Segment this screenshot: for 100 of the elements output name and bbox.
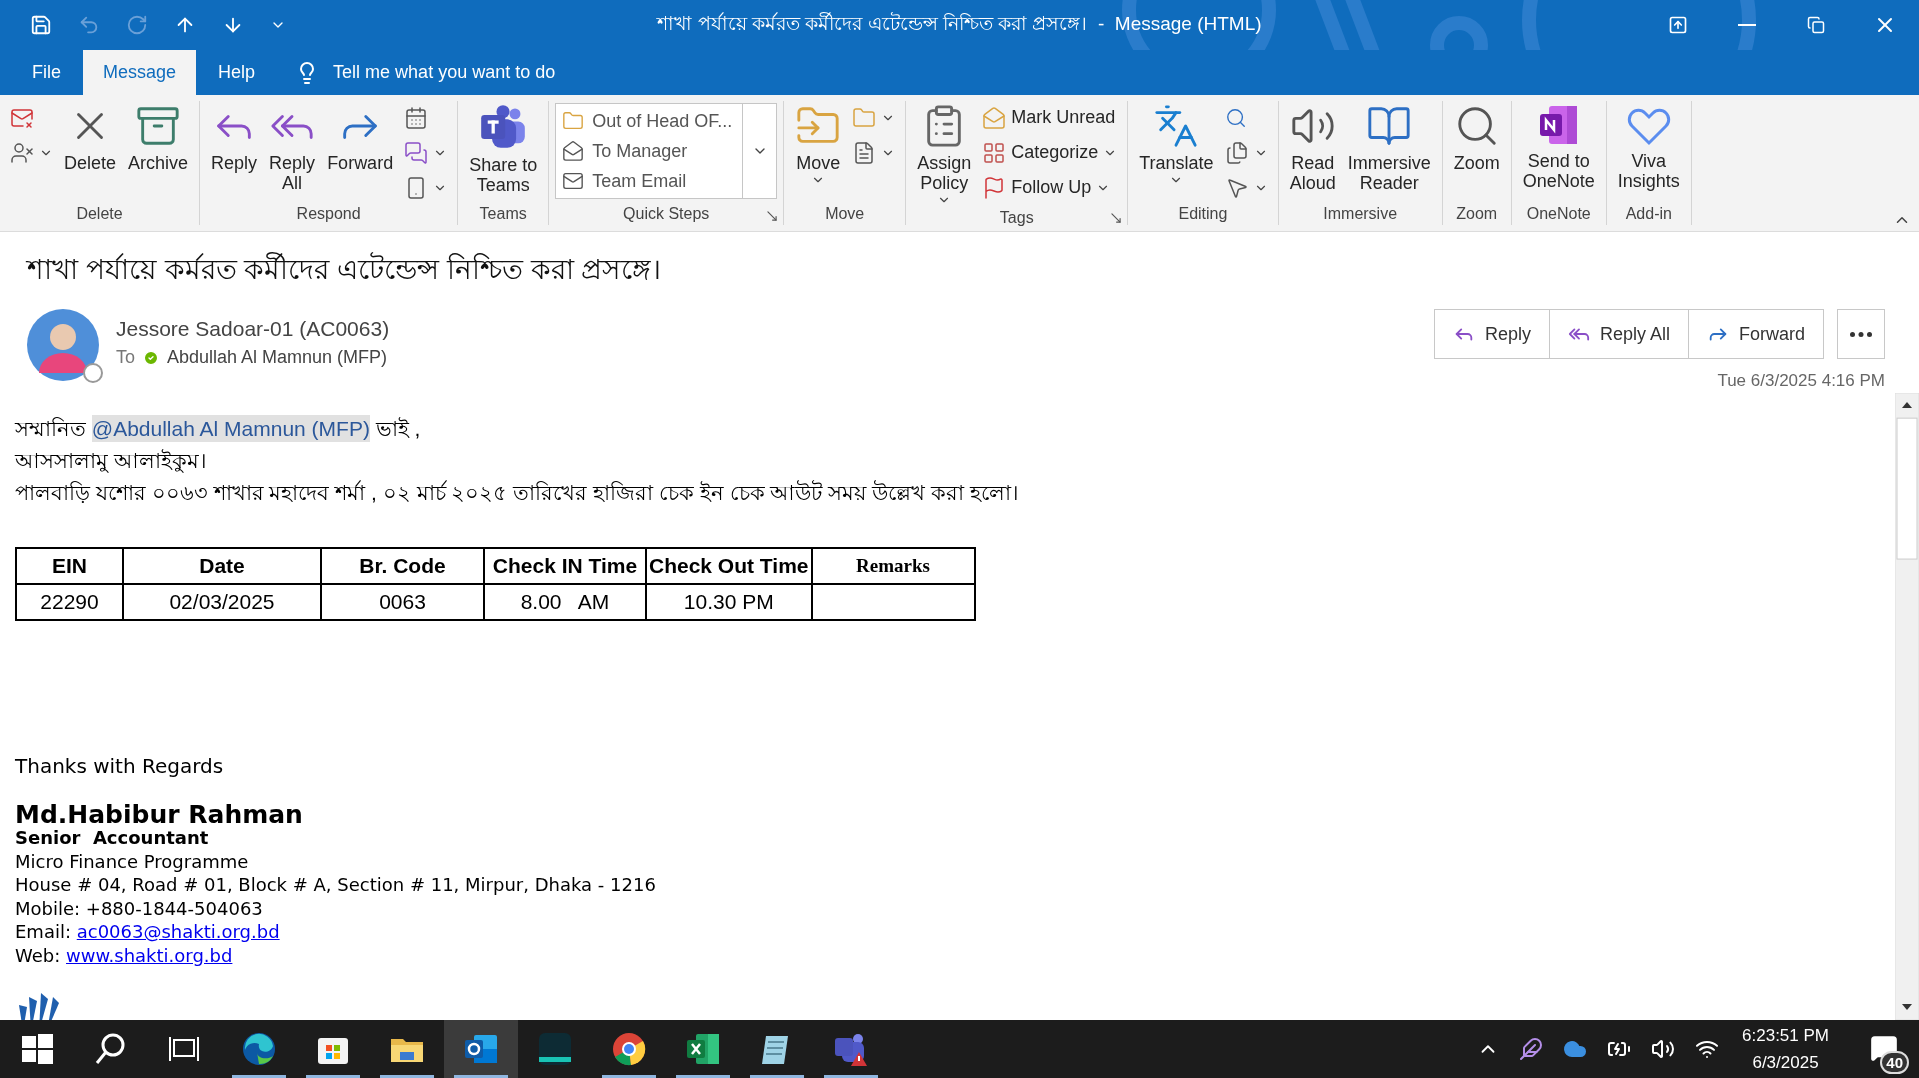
redo-icon: [126, 14, 148, 36]
signature-title: Senior Accountant: [15, 826, 209, 850]
group-label: Immersive: [1323, 205, 1398, 223]
signature-name: Md.Habibur Rahman: [15, 802, 303, 826]
intro-paragraph: পালবাড়ি যশোর ০০৬৩ শাখার মহাদেব শর্মা , ০২ মার্চ ২০২৫ তারিখের হাজিরা চেক ইন চেক আউট সময় উল্লেখ করা হলো।: [15, 479, 1020, 506]
minimize-icon: [1737, 24, 1756, 26]
dialog-launcher[interactable]: [765, 209, 780, 223]
signature-email: Email: ac0063@shakti.org.bd: [15, 920, 280, 944]
volume-icon: [1651, 1037, 1676, 1061]
group-label: Teams: [479, 205, 527, 223]
dialog-launcher[interactable]: [1109, 211, 1124, 226]
group-label: Respond: [296, 205, 361, 223]
table-cell: 0063: [321, 584, 484, 620]
ribbon-button[interactable]: Viva Insights: [1612, 101, 1685, 194]
avatar: [27, 309, 99, 381]
ribbon-button[interactable]: Send to OneNote: [1517, 101, 1600, 194]
notification-count: 40: [1880, 1051, 1909, 1074]
folder-icon: [852, 105, 877, 130]
group-label: Quick Steps: [623, 205, 710, 223]
table-header: Remarks: [811, 548, 975, 584]
more-actions-button[interactable]: [1837, 309, 1885, 359]
running-indicator: [824, 1075, 878, 1078]
ribbon-button[interactable]: Forward: [322, 101, 399, 176]
expand-arrow-icon: [1109, 211, 1124, 226]
ribbon-button[interactable]: Assign Policy: [912, 101, 977, 210]
teams-icon: [479, 103, 528, 151]
undo-icon: [78, 14, 100, 36]
quick-step-item[interactable]: Team Email: [562, 166, 737, 196]
ribbon-button[interactable]: Move: [790, 101, 847, 190]
envelope-icon: [562, 170, 585, 192]
ribbon-button[interactable]: Delete: [59, 101, 122, 176]
chat-icon: [404, 140, 429, 165]
message-subject: শাখা পর্যায়ে কর্মরত কর্মীদের এটেন্ডেন্স নিশ্চিত করা প্রসঙ্গে।: [27, 251, 663, 287]
table-header: EIN: [16, 548, 123, 584]
ribbon-button[interactable]: Read Aloud: [1284, 101, 1341, 196]
more-icon: [1850, 331, 1872, 337]
ribbon-button[interactable]: Zoom: [1448, 101, 1505, 176]
table-header: Br. Code: [321, 548, 484, 584]
running-indicator: [750, 1075, 804, 1078]
folder-icon: [562, 110, 585, 132]
web-link[interactable]: www.shakti.org.bd: [66, 944, 233, 966]
signature-org: Micro Finance Programme: [15, 849, 249, 873]
table-header: Check IN Time: [484, 548, 646, 584]
ribbon-button[interactable]: Share to Teams: [464, 101, 543, 198]
restore-icon: [1806, 16, 1825, 34]
signature-address: House # 04, Road # 01, Block # A, Section # 11, Mirpur, Dhaka - 1216: [15, 873, 656, 897]
ribbon-button[interactable]: Follow Up: [978, 173, 1122, 202]
quick-step-item[interactable]: To Manager: [562, 136, 737, 166]
table-cell: 8.00 AM: [484, 584, 646, 620]
ribbon-tab[interactable]: Message: [83, 50, 197, 95]
group-label: Tags: [999, 209, 1034, 228]
save-icon: [30, 14, 52, 36]
group-label: Editing: [1178, 205, 1228, 223]
recipient-name[interactable]: Abdullah Al Mamnun (MFP): [167, 347, 388, 368]
quick-step-item[interactable]: Out of Head OF...: [562, 106, 737, 136]
group-label: Zoom: [1456, 205, 1498, 223]
running-indicator: [454, 1075, 508, 1078]
mention-link[interactable]: @Abdullah Al Mamnun (MFP): [91, 415, 370, 442]
calendar-icon: [404, 105, 429, 130]
copy-icon: [1224, 140, 1249, 165]
ribbon-button[interactable]: Categorize: [978, 138, 1122, 167]
group-label: Add-in: [1625, 205, 1672, 223]
closing-line: Thanks with Regards: [15, 755, 224, 779]
feather-icon: [1519, 1037, 1544, 1061]
ribbon-tab[interactable]: Help: [198, 50, 276, 95]
table-cell: 10.30 PM: [646, 584, 812, 620]
sender-name: Jessore Sadoar-01 (AC0063): [116, 317, 391, 341]
browser-icon: [240, 1030, 278, 1068]
window-title: শাখা পর্যায়ে কর্মরত কর্মীদের এটেন্ডেন্স নিশ্চিত করা প্রসঙ্গে। - Message (HTML): [657, 11, 1262, 36]
running-indicator: [232, 1075, 286, 1078]
to-label: To: [116, 347, 135, 368]
ribbon-tab[interactable]: File: [12, 50, 81, 95]
box-arrow-up-icon: [1667, 15, 1688, 35]
group-label: OneNote: [1526, 205, 1591, 223]
ribbon-button[interactable]: Mark Unread: [978, 103, 1122, 132]
table-cell: 22290: [16, 584, 123, 620]
block-user-icon: [10, 140, 34, 165]
search-icon: [1224, 106, 1247, 129]
ribbon-button[interactable]: Archive: [123, 101, 194, 176]
ribbon-button[interactable]: Reply: [206, 101, 263, 176]
signature-mobile: Mobile: +880-1844-504063: [15, 896, 263, 920]
ribbon-button[interactable]: Immersive Reader: [1342, 101, 1436, 196]
running-indicator: [306, 1075, 360, 1078]
taskbar-clock[interactable]: 6:23:51 PM 6/3/2025: [1742, 1022, 1829, 1076]
table-header: Date: [123, 548, 321, 584]
table-cell: 02/03/2025: [123, 584, 321, 620]
expand-arrow-icon: [765, 209, 780, 223]
running-indicator: [380, 1075, 434, 1078]
tell-me-search[interactable]: Tell me what you want to do: [295, 50, 556, 95]
signature-web: Web: www.shakti.org.bd: [15, 943, 233, 967]
greeting-line: সম্মানিত @Abdullah Al Mamnun (MFP) ভাই ,: [15, 414, 422, 444]
envelope-icon: [982, 105, 1007, 130]
email-link[interactable]: ac0063@shakti.org.bd: [76, 921, 280, 942]
ribbon-button[interactable]: Translate: [1134, 101, 1219, 190]
ribbon-button[interactable]: Reply All: [264, 101, 321, 196]
scrollbar[interactable]: [1895, 393, 1919, 1020]
running-indicator: [602, 1075, 656, 1078]
translate-icon: [1153, 103, 1200, 149]
save-button[interactable]: [30, 14, 52, 36]
notification-button[interactable]: 40: [1861, 1026, 1907, 1072]
